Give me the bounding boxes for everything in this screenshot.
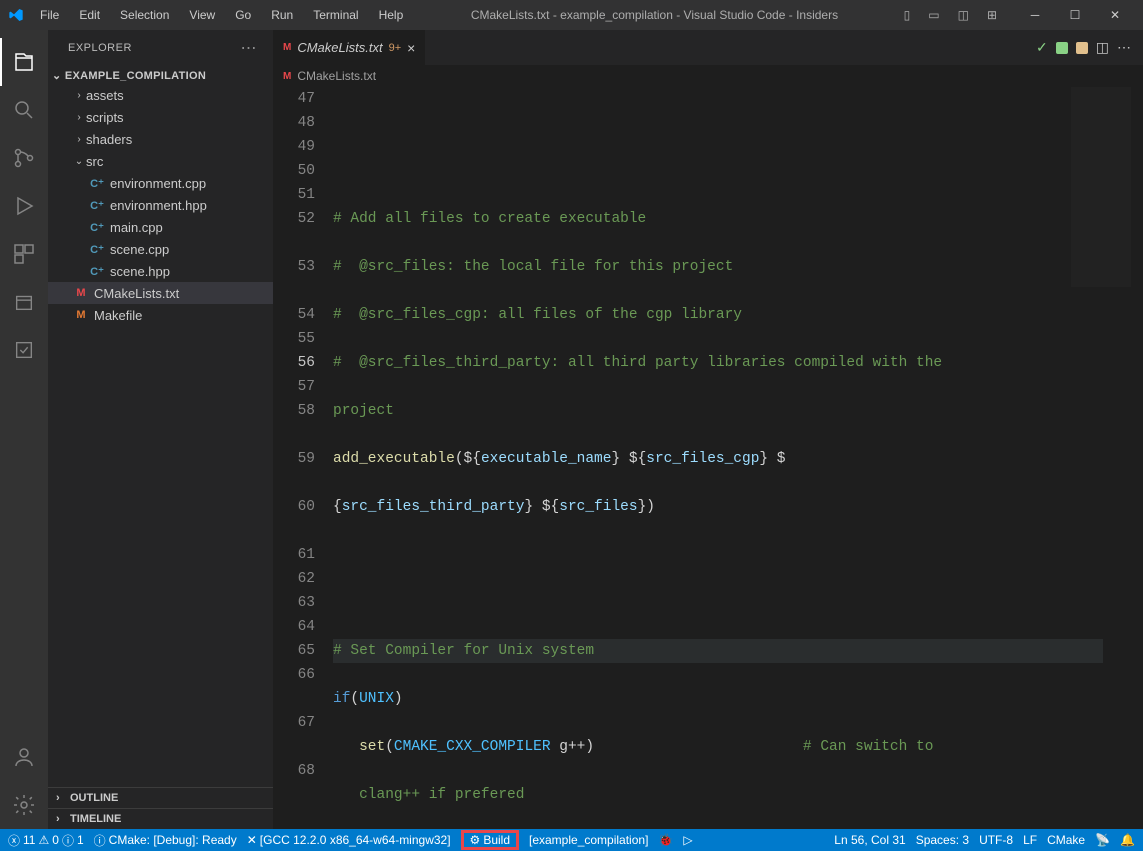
breadcrumb[interactable]: M CMakeLists.txt — [273, 65, 1143, 87]
status-cursor-position[interactable]: Ln 56, Col 31 — [834, 833, 905, 847]
breadcrumb-file: CMakeLists.txt — [297, 69, 376, 83]
menu-help[interactable]: Help — [371, 4, 412, 26]
folder-scripts[interactable]: ›scripts — [48, 106, 273, 128]
status-target[interactable]: [example_compilation] — [529, 833, 648, 847]
tab-cmakelists[interactable]: M CMakeLists.txt 9+ × — [273, 30, 426, 65]
status-cmake[interactable]: ⓘ CMake: [Debug]: Ready — [94, 832, 237, 849]
menu-selection[interactable]: Selection — [112, 4, 177, 26]
run-debug-icon[interactable] — [0, 182, 48, 230]
tab-label: CMakeLists.txt — [297, 40, 382, 55]
file-scene-hpp[interactable]: C⁺scene.hpp — [48, 260, 273, 282]
window-close-icon[interactable]: ✕ — [1095, 4, 1135, 26]
toggle-secondary-icon[interactable]: ◫ — [952, 4, 975, 26]
explorer-title: EXPLORER — [68, 42, 132, 54]
menu-edit[interactable]: Edit — [71, 4, 108, 26]
tab-more-icon[interactable]: ⋯ — [1117, 39, 1131, 56]
toggle-panel-icon[interactable]: ▭ — [922, 4, 945, 26]
source-control-icon[interactable] — [0, 134, 48, 182]
activity-bar — [0, 30, 48, 829]
cmake-activity-icon[interactable] — [0, 278, 48, 326]
menu-bar: File Edit Selection View Go Run Terminal… — [32, 4, 411, 26]
window-maximize-icon[interactable]: ☐ — [1055, 4, 1095, 26]
code-content[interactable]: # Add all files to create executable # @… — [333, 87, 1143, 829]
explorer-icon[interactable] — [0, 38, 48, 86]
menu-go[interactable]: Go — [227, 4, 259, 26]
status-green-icon[interactable] — [1056, 42, 1068, 54]
customize-layout-icon[interactable]: ⊞ — [981, 4, 1003, 26]
extensions-icon[interactable] — [0, 230, 48, 278]
toggle-sidebar-icon[interactable]: ▯ — [898, 4, 917, 26]
file-environment-cpp[interactable]: C⁺environment.cpp — [48, 172, 273, 194]
file-scene-cpp[interactable]: C⁺scene.cpp — [48, 238, 273, 260]
check-icon[interactable]: ✓ — [1036, 39, 1048, 56]
status-language[interactable]: CMake — [1047, 833, 1085, 847]
status-build-button[interactable]: ⚙ Build — [461, 830, 519, 850]
tab-problems-count: 9+ — [389, 42, 402, 54]
status-errors[interactable]: ⓧ 11 ⚠ 0 ⓘ 1 — [8, 832, 84, 849]
status-indent[interactable]: Spaces: 3 — [916, 833, 969, 847]
editor-area: M CMakeLists.txt 9+ × ✓ ◫ ⋯ M CMakeLists… — [273, 30, 1143, 829]
menu-view[interactable]: View — [181, 4, 223, 26]
file-main-cpp[interactable]: C⁺main.cpp — [48, 216, 273, 238]
file-cmakelists[interactable]: MCMakeLists.txt — [48, 282, 273, 304]
status-encoding[interactable]: UTF-8 — [979, 833, 1013, 847]
cmake-file-icon: M — [283, 71, 291, 82]
timeline-section[interactable]: ›TIMELINE — [48, 808, 273, 829]
status-debug-icon[interactable]: 🐞 — [658, 833, 673, 847]
status-run-icon[interactable]: ▷ — [683, 833, 692, 847]
titlebar: File Edit Selection View Go Run Terminal… — [0, 0, 1143, 30]
folder-assets[interactable]: ›assets — [48, 84, 273, 106]
file-makefile[interactable]: MMakefile — [48, 304, 273, 326]
sidebar-explorer: EXPLORER ⋯ ⌄ EXAMPLE_COMPILATION ›assets… — [48, 30, 273, 829]
tab-bar: M CMakeLists.txt 9+ × ✓ ◫ ⋯ — [273, 30, 1143, 65]
line-gutter: 47 48 49 50 51 52 53 54 55 56 57 58 59 6… — [273, 87, 333, 829]
status-bell-icon[interactable]: 🔔 — [1120, 833, 1135, 847]
minimap[interactable] — [1071, 87, 1131, 287]
explorer-more-icon[interactable]: ⋯ — [241, 38, 258, 58]
status-feedback-icon[interactable]: 📡 — [1095, 833, 1110, 847]
split-editor-icon[interactable]: ◫ — [1096, 39, 1109, 56]
code-editor[interactable]: 47 48 49 50 51 52 53 54 55 56 57 58 59 6… — [273, 87, 1143, 829]
settings-gear-icon[interactable] — [0, 781, 48, 829]
status-yellow-icon[interactable] — [1076, 42, 1088, 54]
window-title: CMakeLists.txt - example_compilation - V… — [411, 8, 897, 22]
search-icon[interactable] — [0, 86, 48, 134]
folder-src[interactable]: ⌄src — [48, 150, 273, 172]
status-eol[interactable]: LF — [1023, 833, 1037, 847]
cmake-file-icon: M — [283, 42, 291, 53]
project-name: EXAMPLE_COMPILATION — [65, 70, 206, 82]
status-bar: ⓧ 11 ⚠ 0 ⓘ 1 ⓘ CMake: [Debug]: Ready ✕ [… — [0, 829, 1143, 851]
vscode-logo-icon — [8, 7, 24, 23]
file-environment-hpp[interactable]: C⁺environment.hpp — [48, 194, 273, 216]
layout-controls: ▯ ▭ ◫ ⊞ — [898, 4, 1003, 26]
menu-terminal[interactable]: Terminal — [305, 4, 366, 26]
menu-run[interactable]: Run — [263, 4, 301, 26]
status-kit[interactable]: ✕ [GCC 12.2.0 x86_64-w64-mingw32] — [247, 833, 451, 847]
testing-icon[interactable] — [0, 326, 48, 374]
project-root[interactable]: ⌄ EXAMPLE_COMPILATION — [48, 67, 273, 84]
tab-close-icon[interactable]: × — [407, 40, 415, 56]
account-icon[interactable] — [0, 733, 48, 781]
menu-file[interactable]: File — [32, 4, 67, 26]
folder-shaders[interactable]: ›shaders — [48, 128, 273, 150]
window-minimize-icon[interactable]: ─ — [1015, 4, 1055, 26]
outline-section[interactable]: ›OUTLINE — [48, 787, 273, 808]
